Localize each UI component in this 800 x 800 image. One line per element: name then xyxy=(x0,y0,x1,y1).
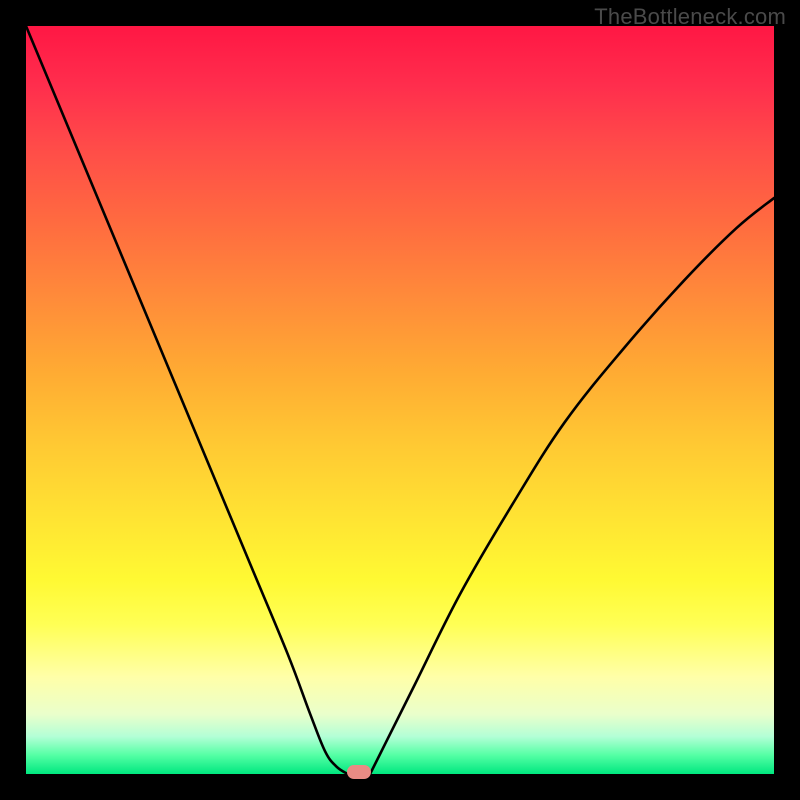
chart-gradient-area xyxy=(26,26,774,774)
watermark-text: TheBottleneck.com xyxy=(594,4,786,30)
optimal-point-marker xyxy=(347,765,371,779)
